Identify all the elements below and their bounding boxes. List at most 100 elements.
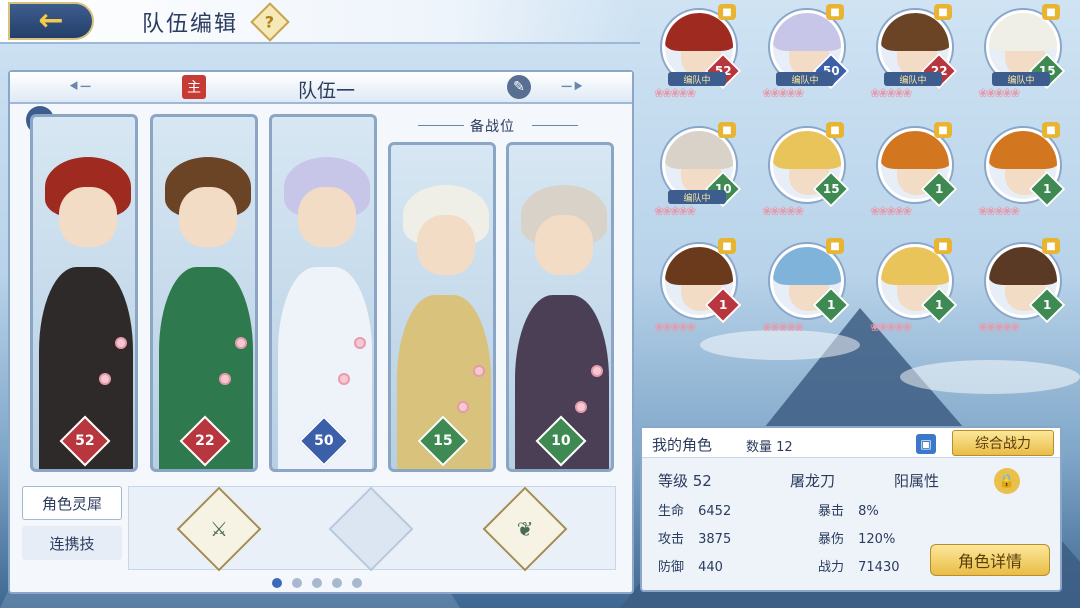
stat-defense: 防御 440 (658, 560, 723, 575)
blossom-icon (354, 337, 366, 349)
stat-attack: 攻击 3875 (658, 532, 732, 547)
roster-character[interactable]: ■ 22 编队中 ❀❀❀❀❀ (870, 2, 966, 104)
spirit-slots-row: ⚔ ❦ (128, 486, 616, 572)
help-button[interactable]: ? (250, 2, 290, 42)
roster-character[interactable]: ■ 50 编队中 ❀❀❀❀❀ (762, 2, 858, 104)
blossom-icon: ❀❀❀❀❀ (762, 204, 804, 218)
spirit-slot-3[interactable]: ❦ (482, 486, 568, 572)
divider (418, 125, 464, 126)
tab-spirit-link[interactable]: 角色灵犀 (22, 486, 122, 520)
page-dot[interactable] (332, 578, 342, 588)
page-dot[interactable] (352, 578, 362, 588)
hero-face (298, 187, 356, 247)
roster-character[interactable]: ■ 1 ❀❀❀❀❀ (654, 236, 750, 338)
tab-combo-skill[interactable]: 连携技 (22, 526, 122, 560)
roster-character[interactable]: ■ 10 编队中 ❀❀❀❀❀ (654, 120, 750, 222)
elephant-emblem-icon: ❦ (516, 517, 534, 541)
page-dot[interactable] (292, 578, 302, 588)
info-header: 我的角色 数量 12 ▣ 综合战力 (642, 428, 1060, 458)
sort-by-power-button[interactable]: 综合战力 (952, 430, 1054, 456)
rename-team-icon[interactable]: ✎ (507, 75, 531, 99)
blossom-icon: ❀❀❀❀❀ (762, 86, 804, 100)
lock-icon[interactable]: ■ (826, 238, 844, 254)
back-arrow-icon: ← (38, 3, 64, 38)
roster-character[interactable]: ■ 1 ❀❀❀❀❀ (762, 236, 858, 338)
reserve-label: 备战位 (470, 119, 515, 135)
roster-character[interactable]: ■ 15 编队中 ❀❀❀❀❀ (978, 2, 1074, 104)
lock-icon[interactable]: ■ (718, 122, 736, 138)
team-card-3[interactable]: 50 (269, 114, 377, 472)
lock-icon[interactable]: ■ (934, 122, 952, 138)
blossom-icon: ❀❀❀❀❀ (978, 320, 1020, 334)
blossom-icon (575, 401, 587, 413)
question-icon: ? (265, 12, 275, 32)
spirit-slot-2[interactable] (328, 486, 414, 572)
lock-icon[interactable]: ■ (718, 4, 736, 20)
roster-character[interactable]: ■ 1 ❀❀❀❀❀ (978, 120, 1074, 222)
in-team-badge: 编队中 (668, 72, 726, 86)
hero-face (417, 215, 475, 275)
blossom-icon: ❀❀❀❀❀ (870, 204, 912, 218)
in-team-badge: 编队中 (884, 72, 942, 86)
blossom-icon (115, 337, 127, 349)
roster-character[interactable]: ■ 15 ❀❀❀❀❀ (762, 120, 858, 222)
page-dot[interactable] (312, 578, 322, 588)
blossom-icon: ❀❀❀❀❀ (978, 86, 1020, 100)
team-name: 队伍一 (298, 80, 356, 102)
top-bar: ← 队伍编辑 ? (0, 0, 640, 44)
attribute-label: 阳属性 (894, 472, 940, 490)
team-card-2[interactable]: 22 (150, 114, 258, 472)
roster-character[interactable]: ■ 1 ❀❀❀❀❀ (978, 236, 1074, 338)
lock-icon[interactable]: ■ (718, 238, 736, 254)
lock-icon[interactable]: ■ (826, 122, 844, 138)
roster-character[interactable]: ■ 1 ❀❀❀❀❀ (870, 236, 966, 338)
roster-character[interactable]: ■ 1 ❀❀❀❀❀ (870, 120, 966, 222)
team-card-1[interactable]: 52 (30, 114, 138, 472)
team-panel: ⯇─ 主 队伍一 ✎ ─⯈ ⚔ 备战位 5222501510 角色灵犀 连携技 … (8, 70, 634, 594)
page-dot[interactable] (272, 578, 282, 588)
role-count: 数量 12 (746, 440, 793, 455)
blossom-icon (99, 373, 111, 385)
team-card-5[interactable]: 10 (506, 142, 614, 472)
prev-team-button[interactable]: ⯇─ (56, 77, 102, 96)
side-tabs: 角色灵犀 连携技 (22, 486, 128, 566)
in-team-badge: 编队中 (992, 72, 1050, 86)
lock-icon[interactable]: ■ (1042, 122, 1060, 138)
lock-icon[interactable]: ■ (826, 4, 844, 20)
lock-icon[interactable]: ■ (934, 238, 952, 254)
blossom-icon (473, 365, 485, 377)
background-cloud (900, 360, 1080, 394)
blossom-icon: ❀❀❀❀❀ (762, 320, 804, 334)
blossom-icon: ❀❀❀❀❀ (870, 320, 912, 334)
stat-power: 战力 71430 (818, 560, 900, 575)
page-title: 队伍编辑 (142, 12, 239, 37)
roster-character[interactable]: ■ 52 编队中 ❀❀❀❀❀ (654, 2, 750, 104)
my-roles-label: 我的角色 (652, 436, 713, 454)
blossom-icon (591, 365, 603, 377)
lock-icon[interactable]: ■ (1042, 4, 1060, 20)
lock-icon[interactable]: 🔒 (994, 468, 1020, 494)
hero-face (179, 187, 237, 247)
back-button[interactable]: ← (8, 2, 94, 40)
filter-button[interactable]: ▣ (916, 434, 936, 454)
stat-crit-damage: 暴伤 120% (818, 532, 896, 547)
role-detail-button[interactable]: 角色详情 (930, 544, 1050, 576)
blossom-icon: ❀❀❀❀❀ (654, 204, 696, 218)
blossom-icon (219, 373, 231, 385)
lock-icon[interactable]: ■ (1042, 238, 1060, 254)
hero-face (535, 215, 593, 275)
divider (532, 125, 578, 126)
blossom-icon: ❀❀❀❀❀ (654, 86, 696, 100)
lock-icon[interactable]: ■ (934, 4, 952, 20)
hero-face (59, 187, 117, 247)
spirit-slot-1[interactable]: ⚔ (176, 486, 262, 572)
next-team-button[interactable]: ─⯈ (550, 77, 596, 96)
in-team-badge: 编队中 (668, 190, 726, 204)
stat-crit: 暴击 8% (818, 504, 879, 519)
blossom-icon (457, 401, 469, 413)
team-card-4[interactable]: 15 (388, 142, 496, 472)
weapon-name: 屠龙刀 (790, 472, 836, 490)
team-header: ⯇─ 主 队伍一 ✎ ─⯈ (10, 72, 632, 104)
blossom-icon (235, 337, 247, 349)
blossom-icon: ❀❀❀❀❀ (870, 86, 912, 100)
